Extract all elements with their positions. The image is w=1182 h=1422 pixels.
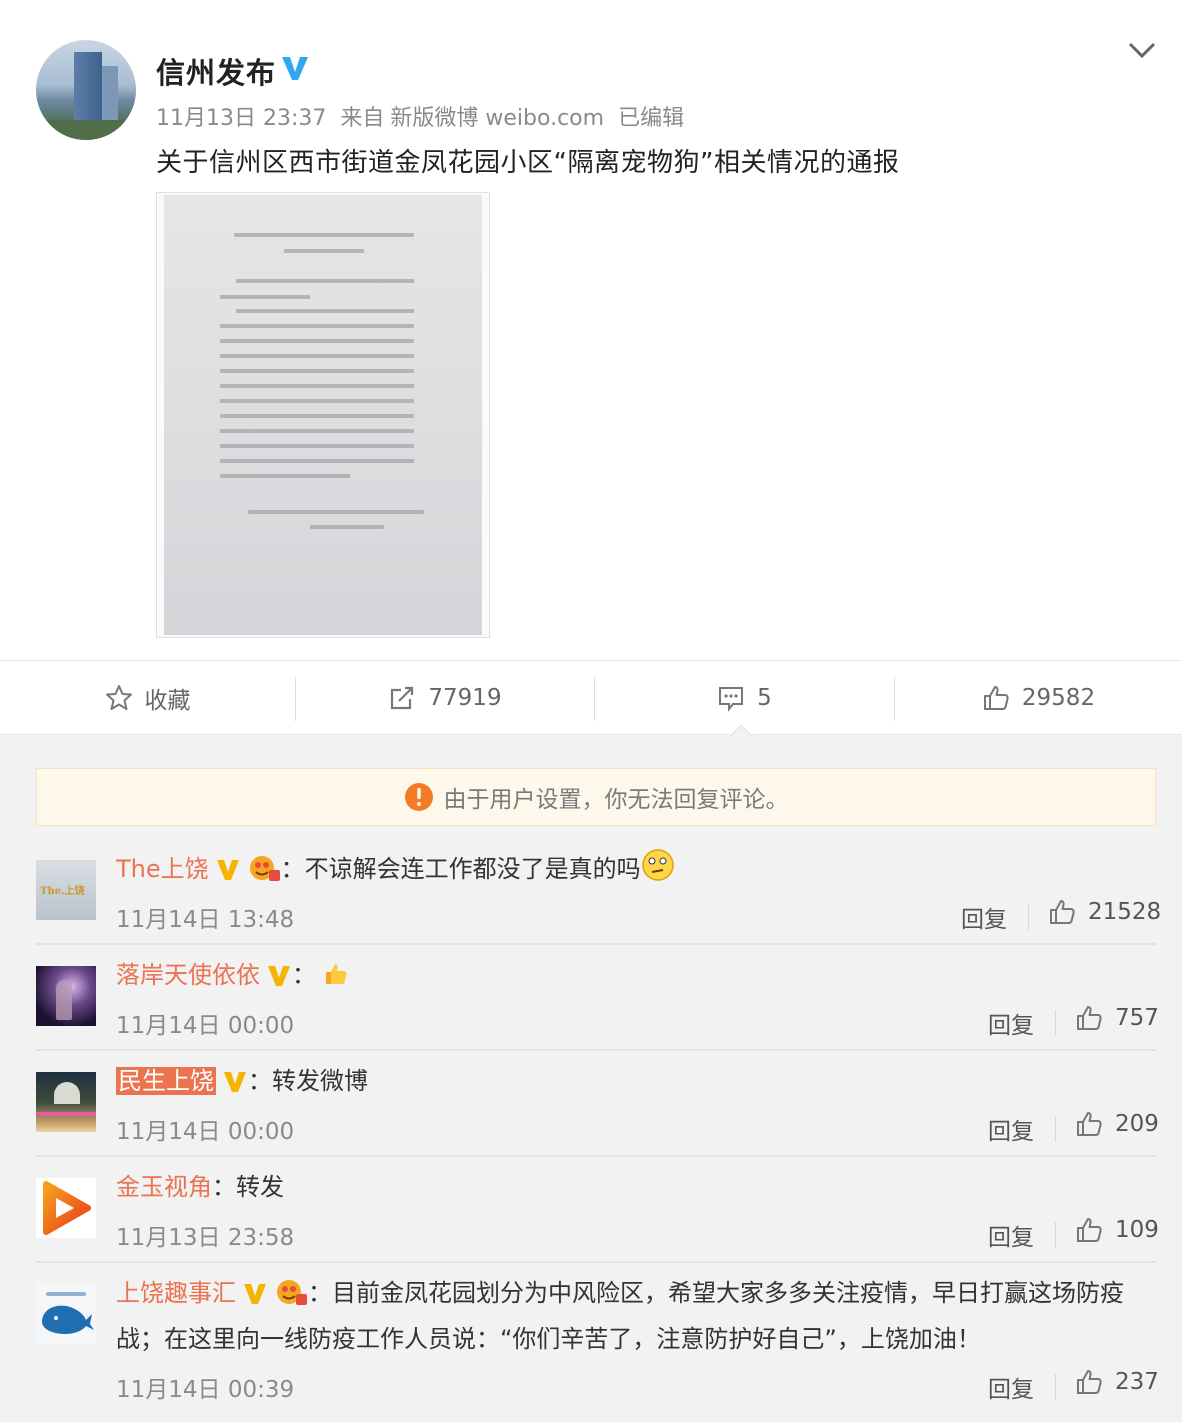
chevron-down-icon[interactable]	[1126, 38, 1158, 62]
source-prefix: 来自	[340, 106, 385, 131]
repost-count: 77919	[428, 685, 502, 711]
comment-avatar[interactable]	[36, 1284, 96, 1344]
comment-like-count: 237	[1115, 1369, 1159, 1395]
thumbs-up-emoji-icon	[326, 964, 347, 984]
comment-username[interactable]: 民生上饶	[116, 1067, 216, 1095]
comment-avatar[interactable]	[36, 966, 96, 1026]
reply-button[interactable]: 回复	[961, 900, 1007, 934]
comment-text: ：不谅解会连工作都没了是真的吗	[280, 855, 641, 883]
comment-like-button[interactable]: 757	[1075, 1004, 1159, 1032]
thumbs-up-icon	[1077, 1112, 1102, 1136]
post-image-document[interactable]	[156, 192, 490, 638]
comment-username[interactable]: The上饶	[116, 855, 209, 883]
post-source[interactable]: 新版微博 weibo.com	[390, 106, 604, 131]
comment-like-button[interactable]: 237	[1075, 1368, 1159, 1396]
comment-item: 落岸天使依依 ： 11月14日 00:00 回复 757	[36, 952, 1159, 1048]
reply-restriction-notice: 由于用户设置，你无法回复评论。	[36, 768, 1156, 826]
comment-time: 11月13日 23:58	[116, 1225, 295, 1251]
comment-text: ：	[292, 961, 316, 989]
thinking-emoji-icon	[641, 849, 674, 881]
comment-body: 上饶趣事汇 ：目前金凤花园划分为中风险区，希望大家多多关注疫情，早日打赢这场防疫战…	[116, 1270, 1156, 1362]
comment-body: 落岸天使依依 ：	[116, 952, 1156, 998]
thumbs-up-icon	[983, 686, 1009, 710]
favorite-button[interactable]: 收藏	[0, 661, 295, 735]
weibo-post-card: 信州发布 11月13日 23:37 来自 新版微博 weibo.com 已编辑 关于信…	[0, 0, 1182, 735]
author-avatar[interactable]	[36, 40, 136, 140]
author-name[interactable]: 信州发布	[156, 50, 276, 92]
reply-button[interactable]: 回复	[988, 1006, 1034, 1040]
post-text: 关于信州区西市街道金凤花园小区“隔离宠物狗”相关情况的通报	[156, 148, 900, 178]
comment-like-count: 21528	[1088, 899, 1162, 925]
comment-button[interactable]: 5	[595, 661, 894, 735]
verified-badge-icon	[244, 1284, 266, 1304]
post-action-bar: 收藏 77919 5 29582	[0, 660, 1182, 735]
warning-icon	[404, 783, 433, 811]
member-badge-icon	[277, 1280, 307, 1305]
thumbs-up-icon	[1077, 1218, 1102, 1242]
member-badge-icon	[249, 856, 280, 881]
comment-avatar[interactable]: The.上饶	[36, 860, 96, 920]
verified-badge-icon	[268, 966, 290, 986]
post-time[interactable]: 11月13日 23:37	[156, 106, 326, 131]
post-meta: 11月13日 23:37 来自 新版微博 weibo.com 已编辑	[156, 100, 698, 132]
verified-badge-icon	[282, 57, 308, 80]
comment-icon	[719, 687, 744, 712]
comment-like-count: 757	[1115, 1005, 1159, 1031]
comment-text: ：转发微博	[248, 1067, 368, 1095]
comment-count: 5	[757, 685, 772, 711]
like-count: 29582	[1021, 685, 1096, 711]
comment-item: The.上饶 The上饶 ：不谅解会连工作都没了是真的吗 11月14日 13:48…	[36, 846, 1161, 942]
comment-like-button[interactable]: 209	[1075, 1110, 1159, 1138]
comment-avatar[interactable]	[36, 1178, 96, 1238]
comment-item: 金玉视角：转发 11月13日 23:58 回复 109	[36, 1164, 1159, 1260]
comment-like-count: 109	[1115, 1217, 1159, 1243]
reply-button[interactable]: 回复	[988, 1370, 1034, 1404]
comment-time: 11月14日 13:48	[116, 907, 295, 933]
comment-item: 上饶趣事汇 ：目前金凤花园划分为中风险区，希望大家多多关注疫情，早日打赢这场防疫战…	[36, 1270, 1159, 1420]
edited-label[interactable]: 已编辑	[618, 106, 684, 131]
thumbs-up-icon	[1077, 1370, 1102, 1394]
repost-icon	[391, 686, 414, 710]
comment-like-count: 209	[1115, 1111, 1159, 1137]
repost-button[interactable]: 77919	[296, 661, 594, 735]
comment-time: 11月14日 00:39	[116, 1377, 295, 1403]
comment-username[interactable]: 落岸天使依依	[116, 961, 260, 989]
comment-time: 11月14日 00:00	[116, 1013, 295, 1039]
verified-badge-icon	[216, 860, 239, 880]
star-icon	[105, 685, 132, 710]
notice-text: 由于用户设置，你无法回复评论。	[443, 787, 789, 813]
comment-avatar[interactable]	[36, 1072, 96, 1132]
comment-time: 11月14日 00:00	[116, 1119, 295, 1145]
comment-item: 民生上饶 ：转发微博 11月14日 00:00 回复 209	[36, 1058, 1159, 1154]
like-button[interactable]: 29582	[895, 661, 1182, 735]
comment-body: The上饶 ：不谅解会连工作都没了是真的吗	[116, 846, 1156, 892]
reply-button[interactable]: 回复	[988, 1218, 1034, 1252]
favorite-label: 收藏	[144, 688, 191, 714]
thumbs-up-icon	[1050, 900, 1075, 924]
reply-button[interactable]: 回复	[988, 1112, 1034, 1146]
thumbs-up-icon	[1077, 1006, 1102, 1030]
play-logo-icon	[43, 1181, 91, 1235]
comment-body: 金玉视角：转发	[116, 1164, 1156, 1210]
comment-text: ：转发	[212, 1173, 284, 1201]
comment-like-button[interactable]: 21528	[1048, 898, 1161, 926]
whale-logo-icon	[36, 1284, 96, 1344]
comment-username[interactable]: 上饶趣事汇	[116, 1279, 236, 1307]
verified-badge-icon	[224, 1072, 246, 1092]
comment-like-button[interactable]: 109	[1075, 1216, 1159, 1244]
comment-body: 民生上饶 ：转发微博	[116, 1058, 1156, 1104]
comment-username[interactable]: 金玉视角	[116, 1173, 212, 1201]
